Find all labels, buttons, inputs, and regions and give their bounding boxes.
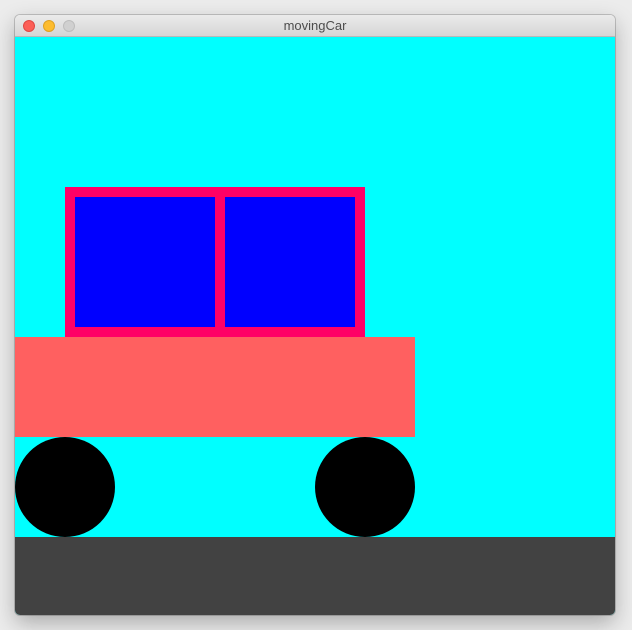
car-cabin — [65, 187, 365, 337]
window-title: movingCar — [283, 18, 347, 33]
drawing-canvas — [15, 37, 615, 615]
car-window-right — [225, 197, 355, 327]
car-wheel-rear — [315, 437, 415, 537]
title-bar[interactable]: movingCar — [15, 15, 615, 37]
car-wheel-front — [15, 437, 115, 537]
car-body — [15, 337, 415, 437]
ground — [15, 537, 615, 615]
car-window-left — [75, 197, 215, 327]
app-window: movingCar — [15, 15, 615, 615]
